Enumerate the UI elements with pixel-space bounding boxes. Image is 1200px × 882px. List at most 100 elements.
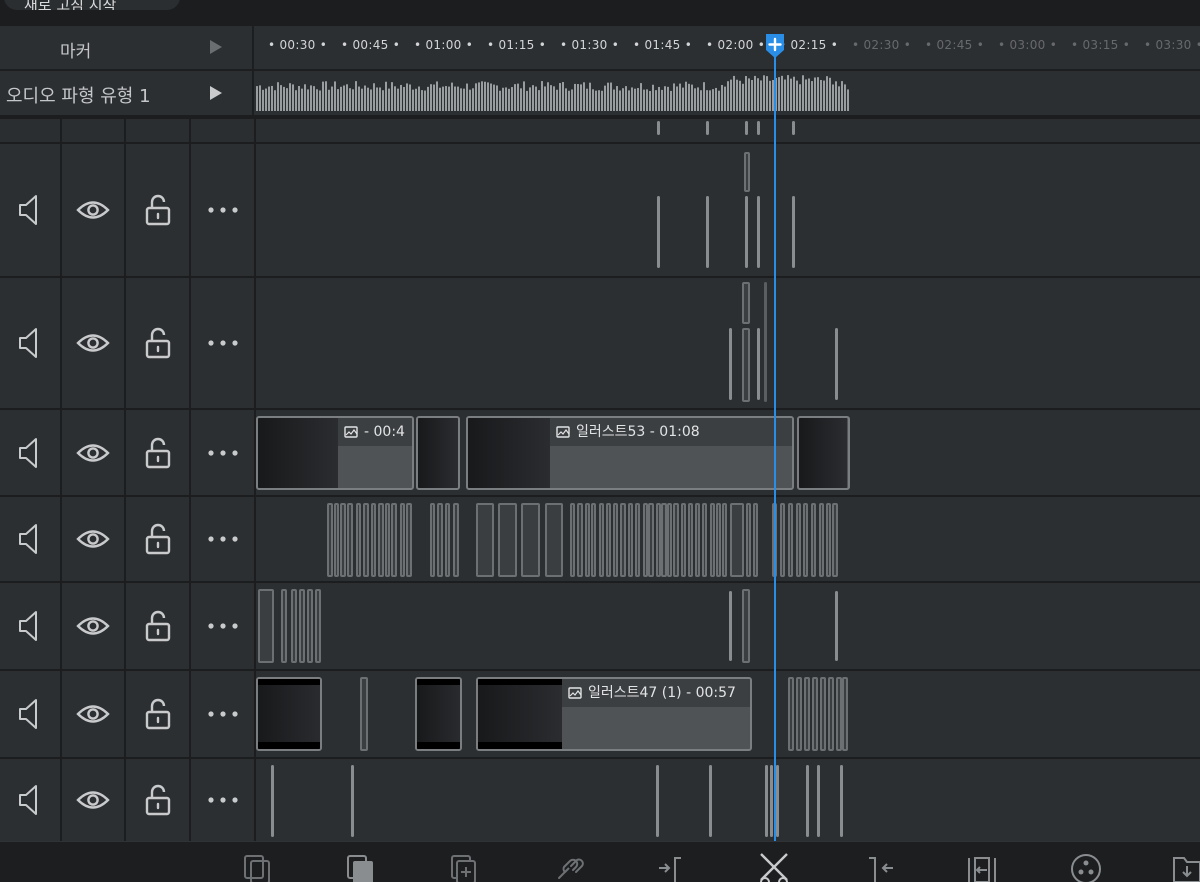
visibility-button[interactable] xyxy=(62,144,126,276)
mini-clip[interactable] xyxy=(722,503,727,577)
mini-clip[interactable] xyxy=(702,503,707,577)
mini-clip[interactable] xyxy=(334,503,339,577)
mini-clip[interactable] xyxy=(430,503,435,577)
mini-clip[interactable] xyxy=(445,503,450,577)
mini-clip[interactable] xyxy=(695,503,700,577)
mini-clip[interactable] xyxy=(819,503,824,577)
mini-clip[interactable] xyxy=(291,589,297,663)
track-lane[interactable] xyxy=(256,583,1200,669)
mini-clip[interactable] xyxy=(356,503,361,577)
mini-clip[interactable] xyxy=(406,503,412,577)
video-clip[interactable]: - 00:4 xyxy=(256,416,414,490)
mini-clip[interactable] xyxy=(688,503,693,577)
add-layer-button[interactable] xyxy=(447,848,481,882)
playhead-line[interactable] xyxy=(774,56,776,842)
link-button[interactable] xyxy=(551,848,585,882)
mini-clip[interactable] xyxy=(299,589,305,663)
clip-marker[interactable] xyxy=(757,196,760,268)
export-button[interactable] xyxy=(1170,848,1200,882)
mini-clip[interactable] xyxy=(400,503,405,577)
lock-button[interactable] xyxy=(126,497,191,581)
mute-button[interactable] xyxy=(0,671,62,757)
mini-clip[interactable] xyxy=(363,503,369,577)
clip-marker[interactable] xyxy=(765,765,768,837)
mini-clip[interactable] xyxy=(635,503,640,577)
mini-clip[interactable] xyxy=(746,503,751,577)
trim-end-button[interactable] xyxy=(863,848,897,882)
visibility-button[interactable] xyxy=(62,410,126,495)
playhead-handle[interactable] xyxy=(764,32,786,60)
mini-clip[interactable] xyxy=(796,503,801,577)
mini-clip[interactable] xyxy=(681,503,686,577)
mini-clip[interactable] xyxy=(620,503,626,577)
mini-clip[interactable] xyxy=(521,503,540,577)
mini-clip[interactable] xyxy=(378,503,384,577)
lock-button[interactable] xyxy=(126,144,191,276)
video-clip[interactable]: 일러스트53 - 01:08 xyxy=(466,416,794,490)
visibility-button[interactable] xyxy=(62,497,126,581)
track-lane[interactable]: - 00:4 일러스트53 - 01:08 xyxy=(256,410,1200,495)
duplicate-button[interactable] xyxy=(344,848,378,882)
mini-clip[interactable] xyxy=(780,503,785,577)
clip-marker[interactable] xyxy=(729,591,732,661)
mini-clip[interactable] xyxy=(613,503,618,577)
clip-marker[interactable] xyxy=(656,765,659,837)
mini-clip[interactable] xyxy=(667,503,672,577)
mini-clip[interactable] xyxy=(804,677,810,751)
lock-button[interactable] xyxy=(126,759,191,841)
clip-marker[interactable] xyxy=(764,282,767,402)
mini-clip[interactable] xyxy=(360,677,368,751)
mini-clip[interactable] xyxy=(742,589,750,663)
mini-clip[interactable] xyxy=(648,503,654,577)
track-menu-button[interactable] xyxy=(191,497,256,581)
marker-play-icon[interactable] xyxy=(210,40,222,54)
mini-clip[interactable] xyxy=(832,503,838,577)
visibility-button[interactable] xyxy=(62,759,126,841)
clip-marker[interactable] xyxy=(776,765,779,837)
trim-start-button[interactable] xyxy=(655,848,689,882)
mini-clip[interactable] xyxy=(796,677,802,751)
mini-clip[interactable] xyxy=(811,503,816,577)
mini-clip[interactable] xyxy=(742,328,750,402)
mini-clip[interactable] xyxy=(812,677,818,751)
clip-marker[interactable] xyxy=(729,328,732,400)
mini-clip[interactable] xyxy=(628,503,633,577)
mini-clip[interactable] xyxy=(391,503,397,577)
track-menu-button[interactable] xyxy=(191,583,256,669)
track-lane[interactable] xyxy=(256,497,1200,581)
mini-clip[interactable] xyxy=(788,503,793,577)
track-menu-button[interactable] xyxy=(191,144,256,276)
mini-clip[interactable] xyxy=(742,282,750,324)
copy-button[interactable] xyxy=(241,848,275,882)
time-ruler[interactable]: • 00:30 • • 00:45 • • 01:00 • • 01:15 • • 01… xyxy=(256,26,1200,69)
clip-marker[interactable] xyxy=(806,765,809,837)
mute-button[interactable] xyxy=(0,759,62,841)
lock-button[interactable] xyxy=(126,671,191,757)
clip-marker[interactable] xyxy=(271,765,274,837)
mini-clip[interactable] xyxy=(340,503,346,577)
clip-marker[interactable] xyxy=(835,591,838,661)
mini-clip[interactable] xyxy=(585,503,590,577)
refresh-button[interactable]: 새로 고침 시작 xyxy=(4,0,180,10)
mini-clip[interactable] xyxy=(744,152,750,192)
track-menu-button[interactable] xyxy=(191,759,256,841)
visibility-button[interactable] xyxy=(62,278,126,408)
mini-clip[interactable] xyxy=(347,503,353,577)
mini-clip[interactable] xyxy=(788,677,794,751)
video-clip[interactable] xyxy=(415,677,462,751)
track-menu-button[interactable] xyxy=(191,671,256,757)
mini-clip[interactable] xyxy=(570,503,575,577)
track-lane[interactable] xyxy=(256,144,1200,276)
mute-button[interactable] xyxy=(0,583,62,669)
mute-button[interactable] xyxy=(0,278,62,408)
audio-waveform[interactable] xyxy=(256,71,1200,115)
mini-clip[interactable] xyxy=(673,503,679,577)
clip-marker[interactable] xyxy=(817,765,820,837)
mini-clip[interactable] xyxy=(281,589,287,663)
clip-marker[interactable] xyxy=(706,196,709,268)
video-clip[interactable] xyxy=(797,416,850,490)
mini-clip[interactable] xyxy=(753,503,758,577)
clip-marker[interactable] xyxy=(351,765,354,837)
clip-marker[interactable] xyxy=(709,765,712,837)
track-menu-button[interactable] xyxy=(191,410,256,495)
